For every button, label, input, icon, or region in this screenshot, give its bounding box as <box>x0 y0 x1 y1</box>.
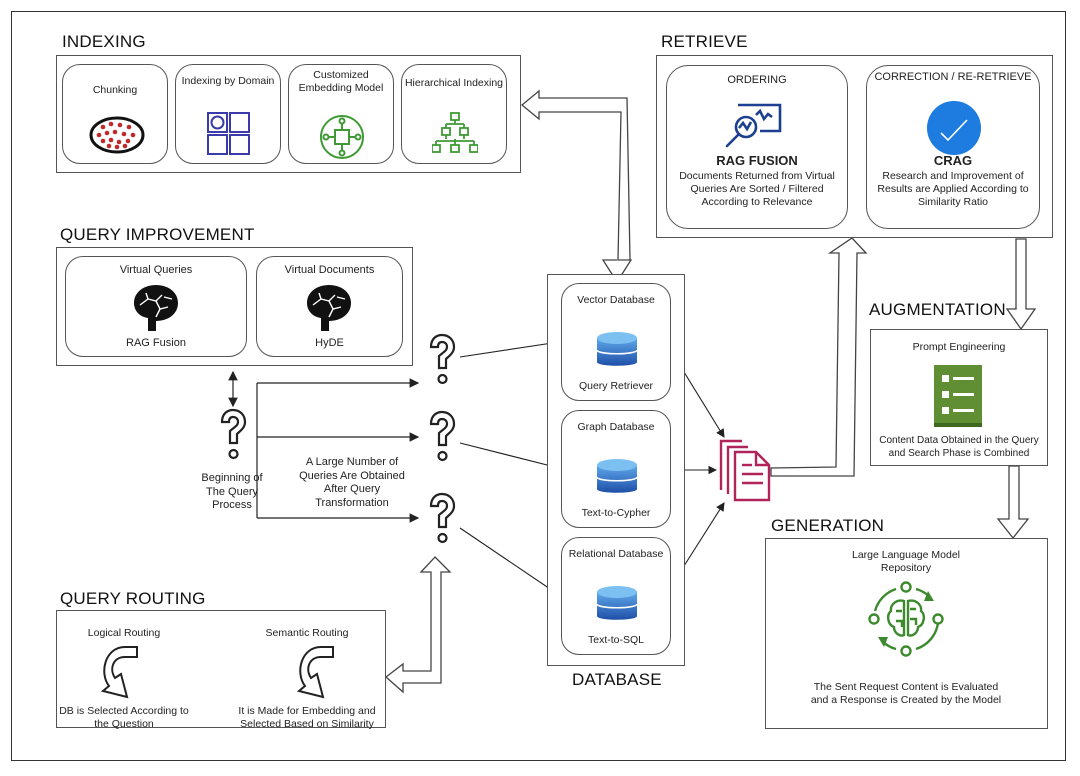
routing-question-hollow-arrow <box>384 556 452 694</box>
augmentation-title: AUGMENTATION <box>869 300 1006 319</box>
database-section: Vector Database Query Retriever Graph Da… <box>547 274 685 666</box>
retrieve-card-header: CORRECTION / RE-RETRIEVE <box>874 71 1032 83</box>
domain-grid-icon <box>207 112 250 155</box>
query-transformation-label: A Large Number of Queries Are Obtained A… <box>299 456 405 509</box>
routing-logical-header: Logical Routing <box>87 627 161 639</box>
question-mark-icon-start <box>220 408 247 460</box>
database-card-vector: Vector Database Query Retriever <box>561 283 671 401</box>
database-card-header: Vector Database <box>577 294 655 306</box>
query-start-label: Beginning of The Query Process <box>201 472 263 511</box>
database-card-relational: Relational Database Text-to-SQL <box>561 537 671 655</box>
indexing-card-hierarchical: Hierarchical Indexing <box>401 64 507 164</box>
database-icon <box>596 459 638 493</box>
retrieve-card-description: Research and Improvement of Results are … <box>877 170 1029 208</box>
question-mark-icon-1 <box>429 333 456 385</box>
indexing-card-embedding: Customized Embedding Model <box>288 64 394 164</box>
q2-graph-arrow <box>459 442 561 471</box>
database-card-label: Text-to-Cypher <box>581 507 651 519</box>
retrieve-card-description: Documents Returned from Virtual Queries … <box>679 170 835 208</box>
indexing-card-domain: Indexing by Domain <box>175 64 281 164</box>
query-improvement-title: QUERY IMPROVEMENT <box>60 225 255 244</box>
indexing-card-label: Indexing by Domain <box>181 75 275 87</box>
retrieve-title: RETRIEVE <box>661 32 748 51</box>
ai-brain-cycle-icon <box>868 581 944 657</box>
hierarchy-tree-icon <box>432 112 478 153</box>
relational-docs-arrow <box>683 502 725 567</box>
query-improvement-section: Virtual Queries RAG Fusion Virtual Docum… <box>56 247 413 366</box>
generation-description: The Sent Request Content is Evaluated an… <box>810 681 1002 706</box>
brain-icon <box>134 285 178 331</box>
database-card-graph: Graph Database Text-to-Cypher <box>561 410 671 528</box>
retrieve-card-correction: CORRECTION / RE-RETRIEVE CRAG Research a… <box>866 65 1040 229</box>
augmentation-header: Prompt Engineering <box>912 341 1006 353</box>
generation-section: Large Language Model Repository The Sent… <box>765 538 1048 729</box>
indexing-card-label: Customized Embedding Model <box>298 69 384 94</box>
q3-relational-arrow <box>459 527 560 596</box>
query-improvement-card-virtual-documents: Virtual Documents HyDE <box>256 256 403 357</box>
database-card-header: Graph Database <box>577 421 655 433</box>
question-mark-icon-3 <box>429 492 456 544</box>
augmentation-section: Prompt Engineering Content Data Obtained… <box>870 329 1048 466</box>
retrieve-section: ORDERING RAG FUSION Documents Returned f… <box>656 55 1053 238</box>
rag-fusion-title: RAG FUSION <box>716 153 798 168</box>
documents-stack-icon <box>719 439 771 502</box>
database-icon <box>596 586 638 620</box>
q1-vector-arrow <box>459 338 561 358</box>
database-card-header: Relational Database <box>568 548 664 560</box>
augmentation-description: Content Data Obtained in the Query and S… <box>879 435 1039 459</box>
curved-arrow-icon <box>296 646 334 699</box>
checklist-icon <box>934 365 982 427</box>
query-improvement-card-label: RAG Fusion <box>126 337 186 349</box>
query-improvement-card-header: Virtual Documents <box>284 264 375 276</box>
query-routing-section: Logical Routing DB is Selected According… <box>56 610 386 730</box>
query-improvement-card-virtual-queries: Virtual Queries RAG Fusion <box>65 256 247 357</box>
indexing-section: Chunking Indexing by Domain Customized E… <box>56 55 521 173</box>
generation-header: Large Language Model Repository <box>851 549 960 574</box>
vector-docs-arrow <box>683 371 725 438</box>
query-routing-title: QUERY ROUTING <box>60 589 206 608</box>
database-card-label: Query Retriever <box>578 380 654 392</box>
routing-logical-description: DB is Selected According to the Question <box>59 705 189 730</box>
routing-semantic-header: Semantic Routing <box>265 627 349 639</box>
query-improvement-card-label: HyDE <box>315 337 344 349</box>
question-mark-icon-2 <box>429 410 456 462</box>
chunking-dots-icon <box>89 116 145 154</box>
curved-arrow-icon <box>100 646 138 699</box>
generation-title: GENERATION <box>771 516 885 535</box>
routing-semantic-description: It is Made for Embedding and Selected Ba… <box>238 705 376 730</box>
database-icon <box>596 332 638 366</box>
database-card-label: Text-to-SQL <box>587 634 645 646</box>
augmentation-generation-hollow-arrow <box>996 465 1030 540</box>
indexing-card-label: Chunking <box>92 84 138 96</box>
retrieve-augmentation-hollow-arrow <box>1005 238 1037 331</box>
indexing-title: INDEXING <box>62 32 146 51</box>
database-title: DATABASE <box>572 670 662 689</box>
retrieve-card-header: ORDERING <box>727 74 787 86</box>
indexing-card-chunking: Chunking <box>62 64 168 164</box>
magnifier-chart-icon <box>725 103 782 148</box>
checkmark-circle-icon <box>927 101 981 155</box>
crag-title: CRAG <box>933 153 973 168</box>
query-improvement-card-header: Virtual Queries <box>119 264 193 276</box>
brain-icon <box>307 285 351 331</box>
retrieve-card-ordering: ORDERING RAG FUSION Documents Returned f… <box>666 65 848 229</box>
embedding-model-icon <box>320 115 364 159</box>
indexing-card-label: Hierarchical Indexing <box>404 77 504 89</box>
db-indexing-hollow-arrow <box>520 89 633 284</box>
docs-retrieve-hollow-arrow <box>770 237 868 477</box>
